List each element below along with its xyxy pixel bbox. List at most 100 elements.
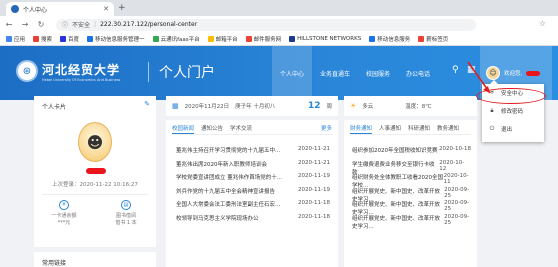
menu-item-logout[interactable]: ⏻ 退出 [482, 120, 544, 138]
news-tabs: 校园新闻 通知公告 学术交流 更多 [172, 124, 332, 135]
tab-academic[interactable]: 学术交流 [230, 124, 252, 134]
list-item[interactable]: 刘兵作党的十九届五中全会精神宣讲报告 2020-11-19 [176, 187, 330, 201]
nav-office-phone[interactable]: 办公电话 [398, 46, 438, 100]
info-icon[interactable]: ⓘ [62, 20, 68, 29]
list-item[interactable]: 组织开展党史、新中国史、改革开放史学习... 2020-09-25 [352, 200, 471, 216]
card-balance[interactable]: ¥ 一卡通余额 ***元 [44, 200, 84, 226]
week-unit: 周 [326, 104, 332, 110]
tab-campus-news[interactable]: 校园新闻 [172, 124, 195, 134]
address-bar: ← → ↻ ⓘ 不安全 | 222.30.217.122/personal-ce… [0, 16, 558, 33]
insecure-label: 不安全 [72, 22, 91, 29]
tab-title: 个人中心 [23, 6, 48, 14]
nav-business[interactable]: 业务直通车 [312, 46, 358, 100]
list-item[interactable]: 学生缴费退费业务移交至银行卡收款 2020-10-12 [352, 160, 471, 176]
bookmark-icon [369, 36, 376, 42]
bookmark-icon [207, 36, 214, 42]
bookmark-item[interactable]: 邮箱平台 [207, 35, 238, 43]
bookmark-icon [33, 36, 40, 42]
url-input[interactable]: ⓘ 不安全 | 222.30.217.122/personal-center [56, 18, 476, 31]
browser-tab[interactable]: 个人中心 ✕ [6, 2, 114, 16]
logout-icon: ⏻ [489, 125, 495, 132]
library-borrow[interactable]: ▤ 图书借阅 借书 1 本 [106, 200, 146, 226]
tab-personnel[interactable]: 人事通知 [379, 124, 401, 134]
bookmark-item[interactable]: HILLSTONE NETWORKS [289, 36, 361, 42]
nav-campus-service[interactable]: 校园服务 [358, 46, 398, 100]
close-icon[interactable]: ✕ [103, 5, 109, 13]
mascot-avatar: ☻ [78, 122, 112, 162]
favicon-icon [11, 5, 19, 13]
list-item[interactable]: 校领导到马克思主义学院现场办公 2020-11-18 [176, 214, 330, 228]
bookmark-item[interactable]: 搜索 [33, 35, 52, 43]
edit-icon[interactable]: ✎ [144, 100, 150, 108]
bookmark-icon [6, 36, 12, 42]
list-item[interactable]: 组织开展党史、新中国史、改革开放史学习... 2020-09-25 [352, 187, 471, 203]
grid-icon[interactable]: ▦ [467, 65, 476, 75]
weather-condition: 多云 [362, 104, 374, 110]
url-text: 222.30.217.122/personal-center [100, 21, 198, 28]
list-item[interactable]: 组织开展党史、新中国史、改革开放史学习... 2020-09-25 [352, 214, 471, 230]
logo-name: 河北经贸大学 [42, 62, 121, 77]
bookmark-item[interactable]: 邮件服务网 [245, 35, 281, 43]
university-seal-icon: ⊛ [16, 60, 38, 82]
lunar-date: 庚子年 十月初八 [235, 104, 276, 110]
bookmark-item[interactable]: 薪标签页 [418, 35, 448, 43]
temperature: 温度：8℃ [405, 104, 432, 110]
bookmark-item[interactable]: 云通讯faas平台 [152, 35, 200, 43]
university-logo[interactable]: ⊛ 河北经贸大学 Hebei University Of Economics A… [16, 60, 120, 82]
weather-icon: ☀ [350, 102, 357, 110]
list-item[interactable]: 组织参加2020年全国税收知识竞赛 2020-10-18 [352, 146, 471, 160]
lock-icon: 🔒︎ [490, 107, 494, 114]
profile-card: 个人卡片 ✎ ☻ 上次登录：2020-11-22 10:16:27 ¥ 一卡通余… [34, 96, 156, 247]
bookmark-icon [245, 36, 252, 42]
annotation-ellipse [476, 88, 546, 104]
list-item[interactable]: 组织财务处全体教职工收看2020全国学校... 2020-10-11 [352, 173, 471, 189]
bookmark-icon [152, 36, 159, 42]
list-item[interactable]: 全国人大常委会法工委刑法室副主任石宏... 2020-11-18 [176, 200, 330, 214]
bookmark-icon [60, 36, 67, 42]
back-icon[interactable]: ← [4, 20, 14, 29]
date-bar: ▦ 2020年11月22日 庚子年 十月初八 12 周 [166, 96, 338, 116]
new-tab-button[interactable]: + [118, 3, 126, 13]
search-icon[interactable]: ⚲ [452, 65, 459, 75]
tab-research[interactable]: 科研通知 [408, 124, 430, 134]
more-link[interactable]: 更多 [321, 124, 332, 134]
list-item[interactable]: 董兆伟出席2020年新入职教师培训会 2020-11-21 [176, 160, 330, 174]
browser-tab-bar: 个人中心 ✕ + [0, 0, 558, 16]
bookmark-item[interactable]: 移动信息服务管理一 [87, 35, 145, 43]
bookmark-item[interactable]: 应用 [6, 35, 25, 43]
list-item[interactable]: 董兆伟主持召开学习贯彻党的十九届五中... 2020-11-21 [176, 146, 330, 160]
tab-finance[interactable]: 财务通知 [350, 124, 373, 134]
campus-news-card: 校园新闻 通知公告 学术交流 更多 董兆伟主持召开学习贯彻党的十九届五中... 2… [166, 120, 338, 267]
redacted-username [526, 70, 541, 76]
welcome-text: 欢迎您, [504, 71, 523, 77]
weather-bar: ☀ 多云 温度：8℃ [344, 96, 477, 116]
menu-item-change-password[interactable]: 🔒︎ 修改密码 [482, 102, 544, 120]
reload-icon[interactable]: ↻ [36, 20, 46, 29]
news-tabs: 财务通知 人事通知 科研通知 教务通知 [350, 124, 471, 135]
profile-card-title: 个人卡片 [42, 104, 67, 111]
nav-personal-center[interactable]: 个人中心 [272, 46, 313, 100]
book-icon: ▤ [121, 200, 131, 210]
tab-academic-affairs[interactable]: 教务通知 [437, 124, 459, 134]
calendar-icon: ▦ [172, 102, 179, 110]
list-item[interactable]: 学校党委宣讲团成立 董兆伟作首场党的十... 2020-11-19 [176, 173, 330, 187]
bookmark-item[interactable]: 百度 [60, 35, 79, 43]
quick-links-title: 常用链接 [42, 260, 67, 267]
bookmark-star-icon[interactable]: ☆ [539, 19, 546, 28]
bookmark-icon [418, 36, 425, 42]
week-number: 12 [307, 101, 321, 111]
last-login: 上次登录：2020-11-22 10:16:27 [52, 182, 138, 188]
portal-title: 个人门户 [148, 62, 215, 82]
quick-links-card: 常用链接 [34, 252, 156, 267]
site-header: ⊛ 河北经贸大学 Hebei University Of Economics A… [0, 46, 558, 100]
top-nav: 个人中心 业务直通车 校园服务 办公电话 [272, 46, 438, 100]
forward-icon[interactable]: → [20, 20, 30, 29]
tab-notices[interactable]: 通知公告 [201, 124, 223, 134]
avatar: ☺ [486, 66, 500, 80]
bookmark-icon [289, 36, 296, 42]
bookmark-item[interactable]: 移动信息服务 [369, 35, 410, 43]
bookmark-icon [87, 36, 94, 42]
date-text: 2020年11月22日 [184, 104, 230, 110]
redacted-name [86, 168, 106, 174]
wallet-icon: ¥ [59, 200, 69, 210]
